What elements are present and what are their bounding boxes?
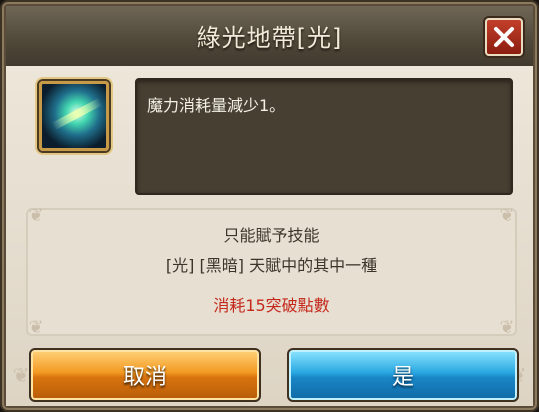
- title-bar: 綠光地帶[光]: [6, 6, 533, 68]
- close-button[interactable]: [485, 18, 523, 56]
- talent-types-text: [光] [黑暗] 天賦中的其中一種: [165, 256, 378, 275]
- flourish-ornament-icon: ❦: [499, 317, 515, 338]
- skill-icon: [39, 81, 109, 151]
- confirm-button[interactable]: 是: [287, 348, 519, 402]
- restriction-text: 只能賦予技能: [223, 226, 320, 245]
- cost-text: 消耗15突破點數: [213, 296, 330, 315]
- skill-icon-glow: [51, 97, 103, 131]
- close-icon: [494, 27, 514, 47]
- cancel-button[interactable]: 取消: [29, 348, 261, 402]
- dialog-title: 綠光地帶[光]: [196, 24, 343, 52]
- skill-dialog: 綠光地帶[光] 魔力消耗量減少1。 ❦ ❦ ❦ ❦ 只能賦予技能 [光] [黑暗…: [0, 0, 539, 412]
- description-box: 魔力消耗量減少1。: [135, 78, 513, 195]
- flourish-ornament-icon: ❦: [28, 317, 44, 338]
- info-panel: ❦ ❦ ❦ ❦ 只能賦予技能 [光] [黑暗] 天賦中的其中一種 消耗15突破點…: [26, 206, 517, 338]
- description-text: 魔力消耗量減少1。: [147, 96, 286, 115]
- flourish-ornament-icon: ❦: [12, 363, 30, 387]
